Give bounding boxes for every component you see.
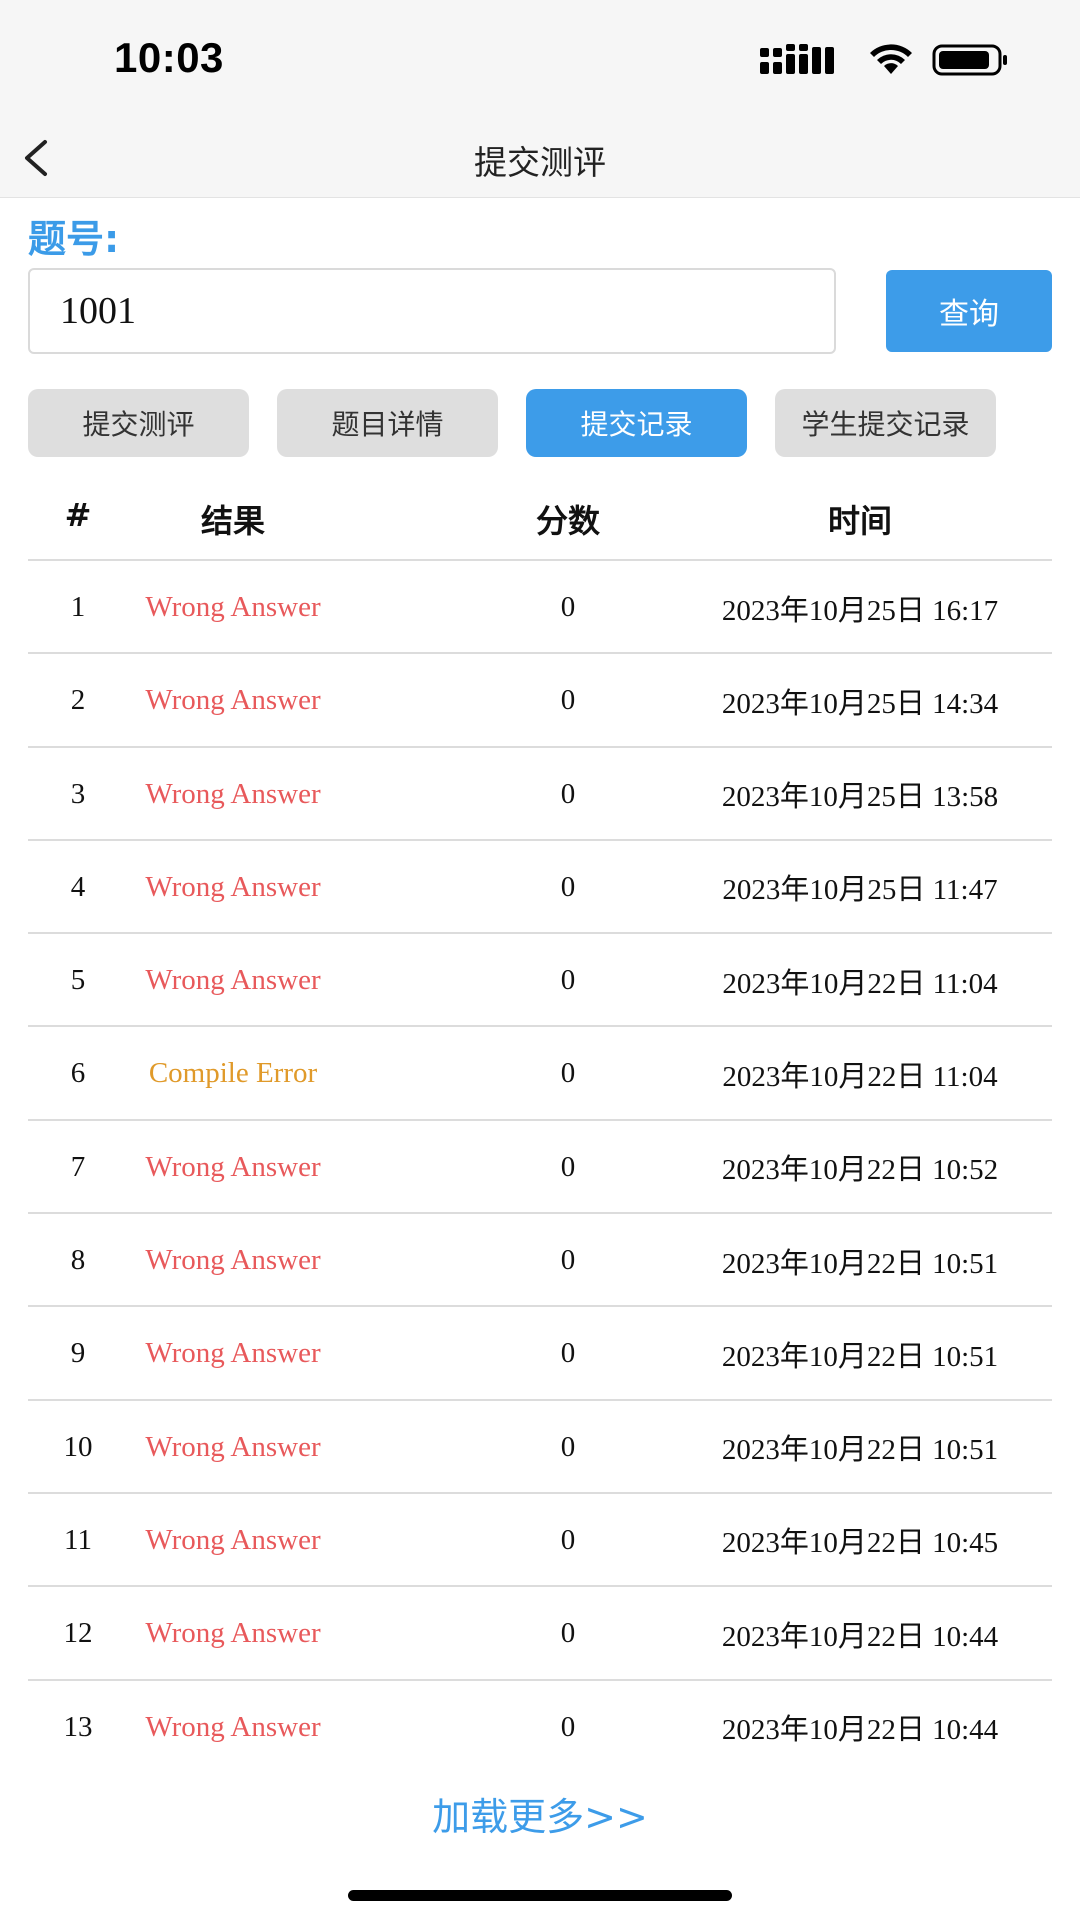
row-result: Wrong Answer (145, 1244, 321, 1277)
row-score: 0 (560, 777, 576, 810)
row-score: 0 (560, 684, 576, 717)
row-result: Wrong Answer (145, 1430, 321, 1463)
table-row[interactable]: 9 Wrong Answer 0 2023年10月22日 10:51 (28, 1307, 1052, 1401)
row-time: 2023年10月22日 10:51 (721, 1434, 999, 1467)
row-time: 2023年10月25日 16:17 (721, 594, 999, 627)
row-time: 2023年10月22日 10:45 (721, 1527, 999, 1560)
battery-icon (932, 44, 1007, 76)
query-button[interactable]: 查询 (886, 270, 1052, 352)
tab-bar: 提交测评 题目详情 提交记录 学生提交记录 (28, 389, 1052, 457)
row-result: Compile Error (148, 1057, 318, 1090)
row-number: 11 (64, 1523, 92, 1556)
cellular-signal-icon (760, 44, 834, 74)
header-time: 时间 (827, 502, 892, 540)
row-number: 7 (70, 1150, 86, 1183)
load-more-link[interactable]: 加载更多>> (0, 1786, 1080, 1841)
table-header: # 结果 分数 时间 (28, 476, 1052, 561)
table-row[interactable]: 3 Wrong Answer 0 2023年10月25日 13:58 (28, 748, 1052, 841)
row-score: 0 (560, 591, 576, 623)
table-row[interactable]: 7 Wrong Answer 0 2023年10月22日 10:52 (28, 1121, 1052, 1215)
row-number: 4 (70, 870, 86, 903)
tab-submission-records[interactable]: 提交记录 (526, 389, 747, 457)
row-time: 2023年10月22日 10:51 (721, 1247, 999, 1280)
header-result: 结果 (200, 502, 265, 540)
row-result: Wrong Answer (145, 684, 321, 717)
table-body: 1 Wrong Answer 0 2023年10月25日 16:17 2 Wrong An… (28, 561, 1052, 1774)
status-bar: 10:03 (0, 0, 1080, 118)
row-score: 0 (560, 964, 576, 997)
table-row[interactable]: 4 Wrong Answer 0 2023年10月25日 11:47 (28, 841, 1052, 935)
row-number: 13 (63, 1710, 93, 1743)
row-result: Wrong Answer (145, 1337, 321, 1370)
row-time: 2023年10月25日 11:47 (722, 874, 998, 907)
row-number: 3 (70, 777, 86, 810)
row-time: 2023年10月22日 10:52 (721, 1154, 999, 1187)
table-row[interactable]: 12 Wrong Answer 0 2023年10月22日 10:44 (28, 1587, 1052, 1681)
header-score: 分数 (535, 502, 600, 540)
problem-number-label: 题号: (28, 217, 120, 261)
row-time: 2023年10月22日 10:44 (721, 1620, 999, 1653)
row-score: 0 (560, 1150, 576, 1183)
row-number: 8 (70, 1244, 86, 1277)
row-time: 2023年10月22日 11:04 (722, 967, 998, 1000)
row-time: 2023年10月22日 10:44 (721, 1714, 999, 1747)
table-row[interactable]: 8 Wrong Answer 0 2023年10月22日 10:51 (28, 1214, 1052, 1308)
row-number: 12 (63, 1617, 93, 1650)
tab-problem-details[interactable]: 题目详情 (277, 389, 498, 457)
row-result: Wrong Answer (145, 1710, 321, 1743)
wifi-icon (870, 44, 912, 74)
row-time: 2023年10月25日 14:34 (721, 687, 999, 720)
row-score: 0 (560, 1244, 576, 1277)
tab-submit-evaluation[interactable]: 提交测评 (28, 389, 249, 457)
home-indicator (348, 1890, 732, 1901)
table-row[interactable]: 5 Wrong Answer 0 2023年10月22日 11:04 (28, 934, 1052, 1028)
row-score: 0 (560, 1617, 576, 1650)
row-score: 0 (560, 870, 576, 903)
row-score: 0 (560, 1523, 576, 1556)
row-score: 0 (560, 1430, 576, 1463)
row-number: 2 (70, 684, 86, 717)
row-number: 9 (70, 1337, 86, 1370)
row-score: 0 (560, 1057, 576, 1090)
table-row[interactable]: 10 Wrong Answer 0 2023年10月22日 10:51 (28, 1401, 1052, 1494)
row-time: 2023年10月22日 11:04 (722, 1060, 998, 1093)
row-result: Wrong Answer (145, 870, 321, 903)
row-result: Wrong Answer (145, 1523, 321, 1556)
status-icons (760, 40, 1010, 80)
row-score: 0 (560, 1337, 576, 1370)
status-time: 10:03 (114, 34, 224, 81)
navigation-bar: 提交测评 (0, 118, 1080, 198)
row-result: Wrong Answer (145, 1617, 321, 1650)
row-number: 6 (70, 1057, 86, 1090)
table-row[interactable]: 13 Wrong Answer 0 2023年10月22日 10:44 (28, 1681, 1052, 1774)
row-time: 2023年10月22日 10:51 (721, 1340, 999, 1373)
row-score: 0 (560, 1710, 576, 1743)
table-row[interactable]: 6 Compile Error 0 2023年10月22日 11:04 (28, 1027, 1052, 1121)
page-title: 提交测评 (474, 143, 606, 182)
tab-student-submission-records[interactable]: 学生提交记录 (775, 389, 996, 457)
row-result: Wrong Answer (145, 964, 321, 997)
header-number: # (64, 496, 92, 534)
row-time: 2023年10月25日 13:58 (721, 781, 999, 814)
table-row[interactable]: 2 Wrong Answer 0 2023年10月25日 14:34 (28, 654, 1052, 748)
row-number: 1 (70, 591, 86, 623)
submission-table: # 结果 分数 时间 1 Wrong Answer 0 2023年10月25日 16:… (28, 476, 1052, 1774)
row-result: Wrong Answer (145, 1150, 321, 1183)
row-result: Wrong Answer (145, 591, 321, 623)
table-row[interactable]: 1 Wrong Answer 0 2023年10月25日 16:17 (28, 561, 1052, 655)
row-result: Wrong Answer (145, 777, 321, 810)
table-row[interactable]: 11 Wrong Answer 0 2023年10月22日 10:45 (28, 1494, 1052, 1588)
row-number: 10 (63, 1430, 93, 1463)
problem-number-input[interactable] (28, 268, 836, 354)
row-number: 5 (70, 964, 86, 997)
